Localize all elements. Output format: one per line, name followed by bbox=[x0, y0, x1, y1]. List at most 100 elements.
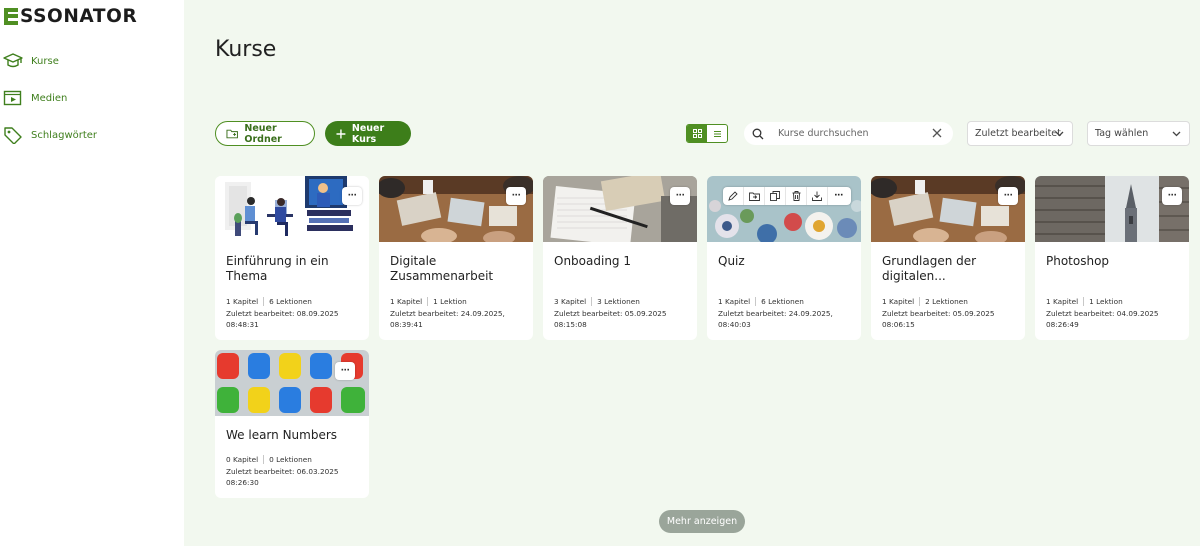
card-more-button[interactable]: ··· bbox=[335, 362, 355, 380]
course-card[interactable]: ··· We learn Numbers 0 Kapitel 0 Lektione… bbox=[215, 350, 369, 498]
flowers-photo-image bbox=[707, 176, 861, 242]
chevron-down-icon bbox=[1055, 131, 1064, 137]
course-thumbnail: ··· bbox=[871, 176, 1025, 242]
lesson-count: 1 Lektion bbox=[1089, 297, 1123, 306]
course-card[interactable]: ··· Onboading 1 3 Kapitel 3 Lektionen Zul… bbox=[543, 176, 697, 340]
last-edited: Zuletzt bearbeitet: 24.09.2025, bbox=[390, 308, 505, 318]
logo-mark-icon bbox=[4, 7, 18, 25]
new-folder-button[interactable]: Neuer Ordner bbox=[215, 121, 315, 146]
team-at-table-photo-image bbox=[379, 176, 533, 242]
meta-divider bbox=[263, 455, 265, 465]
search-input[interactable] bbox=[778, 128, 928, 139]
chevron-down-icon bbox=[1172, 131, 1181, 137]
course-card[interactable]: ··· Einführung in ein Thema 1 Kapitel 6 L… bbox=[215, 176, 369, 340]
tag-select[interactable]: Tag wählen bbox=[1087, 121, 1190, 146]
grid-view-button[interactable] bbox=[687, 125, 707, 142]
course-thumbnail: ··· bbox=[1035, 176, 1189, 242]
course-meta: 1 Kapitel 2 Lektionen Zuletzt bearbeitet:… bbox=[882, 296, 1022, 331]
card-more-button[interactable]: ··· bbox=[828, 187, 849, 205]
close-icon[interactable] bbox=[931, 127, 943, 139]
view-toggle bbox=[686, 124, 728, 143]
last-edited: Zuletzt bearbeitet: 06.03.2025 bbox=[226, 466, 339, 476]
tag-select-value: Tag wählen bbox=[1095, 128, 1149, 139]
last-edited-time: 08:26:30 bbox=[226, 478, 259, 487]
card-more-button[interactable]: ··· bbox=[506, 187, 526, 205]
course-title: Photoshop bbox=[1046, 254, 1110, 268]
meta-divider bbox=[591, 297, 593, 307]
delete-icon bbox=[792, 191, 800, 201]
show-more-button[interactable]: Mehr anzeigen bbox=[659, 510, 745, 533]
lesson-count: 3 Lektionen bbox=[597, 297, 640, 306]
graduation-cap-icon bbox=[3, 53, 23, 68]
course-meta: 1 Kapitel 1 Lektion Zuletzt bearbeitet: 0… bbox=[1046, 296, 1186, 331]
sort-select[interactable]: Zuletzt bearbeitet bbox=[967, 121, 1073, 146]
list-view-button[interactable] bbox=[707, 125, 727, 142]
new-folder-label: Neuer Ordner bbox=[244, 122, 282, 145]
course-thumbnail: ··· bbox=[215, 350, 369, 416]
grid-icon bbox=[692, 129, 702, 138]
last-edited-time: 08:15:08 bbox=[554, 320, 587, 329]
meta-divider bbox=[919, 297, 921, 307]
last-edited: Zuletzt bearbeitet: 24.09.2025, bbox=[718, 308, 833, 318]
lesson-count: 6 Lektionen bbox=[761, 297, 804, 306]
last-edited-time: 08:48:31 bbox=[226, 320, 259, 329]
course-card[interactable]: ··· Digitale Zusammenarbeit 1 Kapitel 1 L… bbox=[379, 176, 533, 340]
move-to-folder-button[interactable] bbox=[744, 187, 765, 205]
logo-text: SSONATOR bbox=[20, 5, 138, 27]
logo[interactable]: SSONATOR bbox=[4, 5, 137, 27]
course-thumbnail: ··· bbox=[379, 176, 533, 242]
edit-button[interactable] bbox=[723, 187, 744, 205]
tag-icon bbox=[4, 127, 22, 144]
lesson-count: 2 Lektionen bbox=[925, 297, 968, 306]
download-icon bbox=[812, 191, 822, 201]
card-action-bar: ··· bbox=[723, 187, 851, 205]
search-icon bbox=[752, 128, 764, 139]
last-edited: Zuletzt bearbeitet: 05.09.2025 bbox=[554, 308, 667, 318]
media-player-icon bbox=[3, 90, 22, 106]
add-folder-icon bbox=[226, 129, 238, 139]
download-button[interactable] bbox=[807, 187, 828, 205]
course-meta: 1 Kapitel 6 Lektionen Zuletzt bearbeitet:… bbox=[718, 296, 858, 331]
card-more-button[interactable]: ··· bbox=[1162, 187, 1182, 205]
course-card[interactable]: ··· Grundlagen der digitalen... 1 Kapite… bbox=[871, 176, 1025, 340]
team-at-table-photo-image bbox=[871, 176, 1025, 242]
edit-icon bbox=[728, 191, 738, 201]
chapter-count: 1 Kapitel bbox=[390, 297, 423, 306]
course-thumbnail: ··· bbox=[707, 176, 861, 242]
meta-divider bbox=[263, 297, 265, 307]
duplicate-button[interactable] bbox=[765, 187, 786, 205]
last-edited-time: 08:06:15 bbox=[882, 320, 915, 329]
course-title: Einführung in ein Thema bbox=[226, 254, 329, 283]
last-edited-time: 08:40:03 bbox=[718, 320, 751, 329]
move-to-folder-icon bbox=[748, 192, 760, 201]
delete-button[interactable] bbox=[786, 187, 807, 205]
course-card[interactable]: ··· Quiz 1 Kapitel 6 Lektionen Zuletzt be… bbox=[707, 176, 861, 340]
card-more-button[interactable]: ··· bbox=[670, 187, 690, 205]
sidebar-item-label: Schlagwörter bbox=[31, 129, 98, 141]
chapter-count: 1 Kapitel bbox=[226, 297, 259, 306]
sidebar-item-label: Kurse bbox=[31, 55, 59, 67]
course-title: Grundlagen der digitalen... bbox=[882, 254, 977, 283]
new-course-button[interactable]: Neuer Kurs bbox=[325, 121, 411, 146]
colorful-numbers-photo-image bbox=[215, 350, 369, 416]
card-more-button[interactable]: ··· bbox=[998, 187, 1018, 205]
plus-icon bbox=[336, 129, 346, 138]
course-meta: 3 Kapitel 3 Lektionen Zuletzt bearbeitet:… bbox=[554, 296, 694, 331]
last-edited: Zuletzt bearbeitet: 04.09.2025 bbox=[1046, 308, 1159, 318]
page-title: Kurse bbox=[215, 37, 277, 62]
card-more-button[interactable]: ··· bbox=[342, 187, 362, 205]
sidebar: SSONATOR Kurse Medien Schlagwörter bbox=[0, 0, 184, 546]
meta-divider bbox=[427, 297, 429, 307]
notebook-and-pen-photo-image bbox=[543, 176, 697, 242]
duplicate-icon bbox=[770, 191, 780, 201]
last-edited: Zuletzt bearbeitet: 05.09.2025 bbox=[882, 308, 995, 318]
course-card[interactable]: ··· Photoshop 1 Kapitel 1 Lektion Zuletzt… bbox=[1035, 176, 1189, 340]
lesson-count: 6 Lektionen bbox=[269, 297, 312, 306]
course-meta: 1 Kapitel 1 Lektion Zuletzt bearbeitet: 2… bbox=[390, 296, 530, 331]
chapter-count: 1 Kapitel bbox=[1046, 297, 1079, 306]
course-thumbnail: ··· bbox=[543, 176, 697, 242]
meta-divider bbox=[1083, 297, 1085, 307]
course-title: Onboading 1 bbox=[554, 254, 631, 268]
new-course-label: Neuer Kurs bbox=[351, 122, 385, 145]
lesson-count: 1 Lektion bbox=[433, 297, 467, 306]
